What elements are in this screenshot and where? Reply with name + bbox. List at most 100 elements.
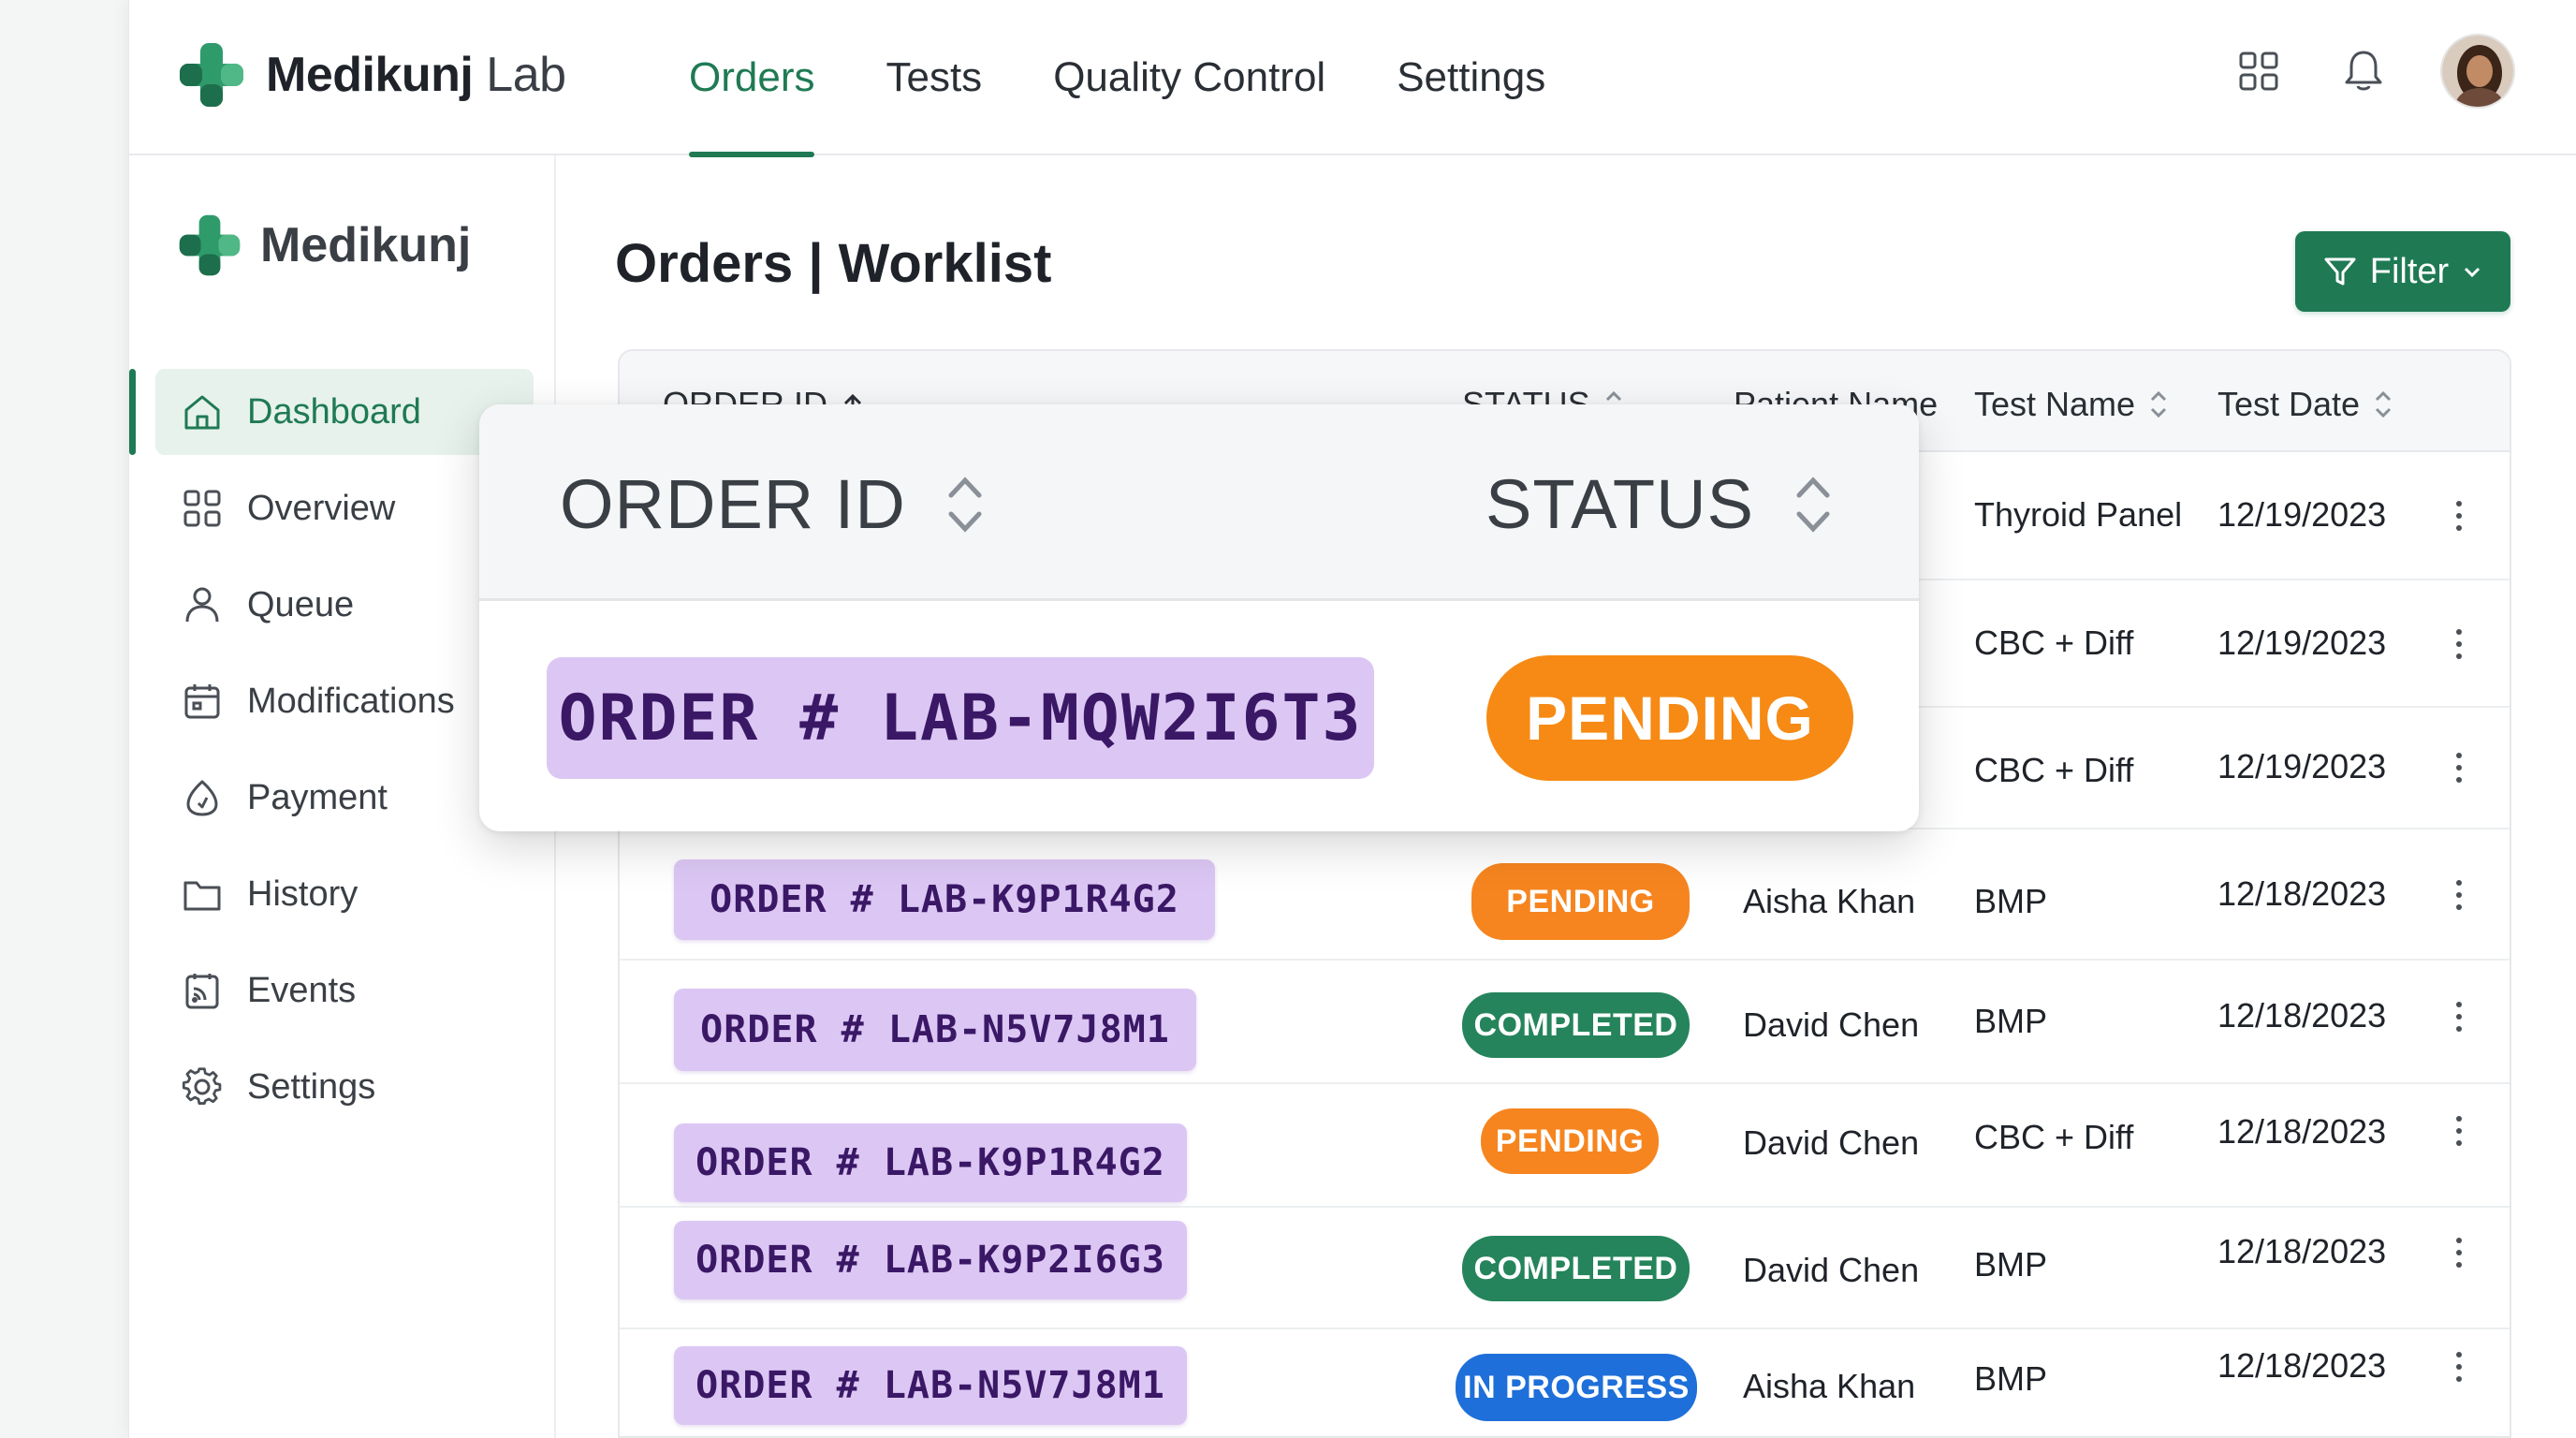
sort-icon [2151,390,2167,418]
sort-icon [2376,390,2392,418]
status-badge: PENDING [1471,863,1690,940]
sidebar-brand-name: Medikunj [260,218,472,272]
row-menu-button[interactable] [2445,616,2473,672]
filter-label: Filter [2369,251,2450,291]
funnel-icon [2324,257,2356,286]
test-date: 12/19/2023 [2217,624,2387,662]
zoom-col-status[interactable]: STATUS [1486,464,1835,544]
chevron-down-icon [2465,267,2481,278]
bell-icon [2345,51,2382,91]
patient-name: David Chen [1743,1123,1920,1162]
tab-settings[interactable]: Settings [1361,0,1581,155]
row-menu-button[interactable] [2445,989,2473,1045]
order-id-chip[interactable]: ORDER # LAB-K9P1R4G2 [674,1123,1187,1202]
zoomed-row-card: ORDER ID STATUS ORDER # LAB-MQW2I6T3 PEN… [479,404,1919,831]
test-date: 12/18/2023 [2217,1232,2387,1270]
sidebar-item-overview[interactable]: Overview [155,465,534,551]
sidebar-item-label: Overview [247,488,396,528]
sidebar-item-label: Modifications [247,681,455,721]
sort-icon [1796,476,1830,533]
test-name: Thyroid Panel [1974,495,2183,534]
brand-logo[interactable]: Medikunj Lab [176,39,566,110]
zoom-header: ORDER ID STATUS [479,404,1919,601]
status-badge: IN PROGRESS [1456,1354,1697,1421]
gear-icon [182,1067,222,1105]
test-name: BMP [1974,1002,2048,1040]
apps-grid-button[interactable] [2231,43,2287,99]
sidebar-item-label: Events [247,970,357,1010]
test-date: 12/18/2023 [2217,996,2387,1034]
tab-tests[interactable]: Tests [850,0,1017,155]
patient-name: David Chen [1743,1251,1920,1289]
test-name: CBC + Diff [1974,751,2134,789]
row-menu-button[interactable] [2445,1339,2473,1395]
medical-cross-icon [180,43,243,107]
row-menu-button[interactable] [2445,1103,2473,1159]
header-actions [2231,34,2515,109]
test-name: BMP [1974,882,2048,920]
tab-orders[interactable]: Orders [653,0,850,157]
brand-name-bold: Medikunj [266,48,474,102]
test-name: CBC + Diff [1974,1118,2134,1156]
main-nav: Orders Tests Quality Control Settings [653,0,1581,157]
sidebar-item-settings[interactable]: Settings [155,1044,534,1130]
sidebar-brand[interactable]: Medikunj [176,212,471,279]
status-badge: COMPLETED [1462,1236,1690,1301]
test-date: 12/18/2023 [2217,1112,2387,1151]
col-date-label: Test Date [2217,385,2361,423]
person-icon [185,587,219,623]
avatar-image [2442,36,2513,107]
zoom-status-badge: PENDING [1486,655,1853,781]
filter-button[interactable]: Filter [2295,231,2510,312]
patient-name: Aisha Khan [1743,1367,1916,1405]
row-menu-button[interactable] [2445,1225,2473,1281]
order-id-chip[interactable]: ORDER # LAB-N5V7J8M1 [674,989,1196,1071]
patient-name: David Chen [1743,1005,1920,1044]
sidebar-item-label: History [247,873,359,914]
status-badge: COMPLETED [1462,992,1690,1058]
sidebar-item-dashboard[interactable]: Dashboard [129,369,534,455]
order-id-chip[interactable]: ORDER # LAB-K9P2I6G3 [674,1221,1187,1299]
test-name: BMP [1974,1359,2048,1398]
events-icon [185,974,219,1009]
col-test-date[interactable]: Test Date [2217,385,2393,424]
tab-quality-control[interactable]: Quality Control [1017,0,1361,155]
grid-icon [183,490,221,527]
row-menu-button[interactable] [2445,740,2473,796]
row-menu-button[interactable] [2445,488,2473,544]
sidebar-item-queue[interactable]: Queue [155,562,534,648]
test-date: 12/19/2023 [2217,495,2387,534]
table-row[interactable]: ORDER # LAB-N5V7J8M1 IN PROGRESS Aisha K… [620,1329,2510,1436]
grid-icon [2239,51,2278,91]
sidebar-item-events[interactable]: Events [155,947,534,1034]
order-id-chip[interactable]: ORDER # LAB-K9P1R4G2 [674,859,1215,940]
user-avatar[interactable] [2440,34,2515,109]
zoom-order-id-chip[interactable]: ORDER # LAB-MQW2I6T3 [547,657,1374,779]
notifications-button[interactable] [2335,43,2392,99]
order-id-chip[interactable]: ORDER # LAB-N5V7J8M1 [674,1346,1187,1425]
sidebar-item-label: Dashboard [247,391,421,432]
table-row[interactable]: ORDER # LAB-K9P2I6G3 COMPLETED David Che… [620,1208,2510,1329]
brand-name-light: Lab [486,48,566,102]
col-test-name[interactable]: Test Name [1974,385,2169,424]
sidebar-item-payment[interactable]: Payment [155,755,534,841]
medical-cross-icon [179,214,241,276]
sidebar-item-label: Payment [247,777,388,817]
calendar-icon [184,684,220,719]
sidebar-item-label: Queue [247,584,355,624]
sidebar-item-history[interactable]: History [155,851,534,937]
test-date: 12/18/2023 [2217,1346,2387,1385]
table-row[interactable]: ORDER # LAB-K9P1R4G2 PENDING David Chen … [620,1084,2510,1208]
sidebar-item-label: Settings [247,1066,376,1107]
test-date: 12/19/2023 [2217,747,2387,785]
col-test-label: Test Name [1974,385,2136,423]
table-row[interactable]: ORDER # LAB-K9P1R4G2 PENDING Aisha Khan … [620,829,2510,961]
zoom-col-order-label: ORDER ID [560,465,906,543]
test-date: 12/18/2023 [2217,874,2387,913]
row-menu-button[interactable] [2445,867,2473,923]
table-row[interactable]: ORDER # LAB-N5V7J8M1 COMPLETED David Che… [620,961,2510,1084]
sidebar-item-modifications[interactable]: Modifications [155,658,534,744]
patient-name: Aisha Khan [1743,882,1916,920]
zoom-col-order-id[interactable]: ORDER ID [560,464,987,544]
test-name: BMP [1974,1245,2048,1284]
